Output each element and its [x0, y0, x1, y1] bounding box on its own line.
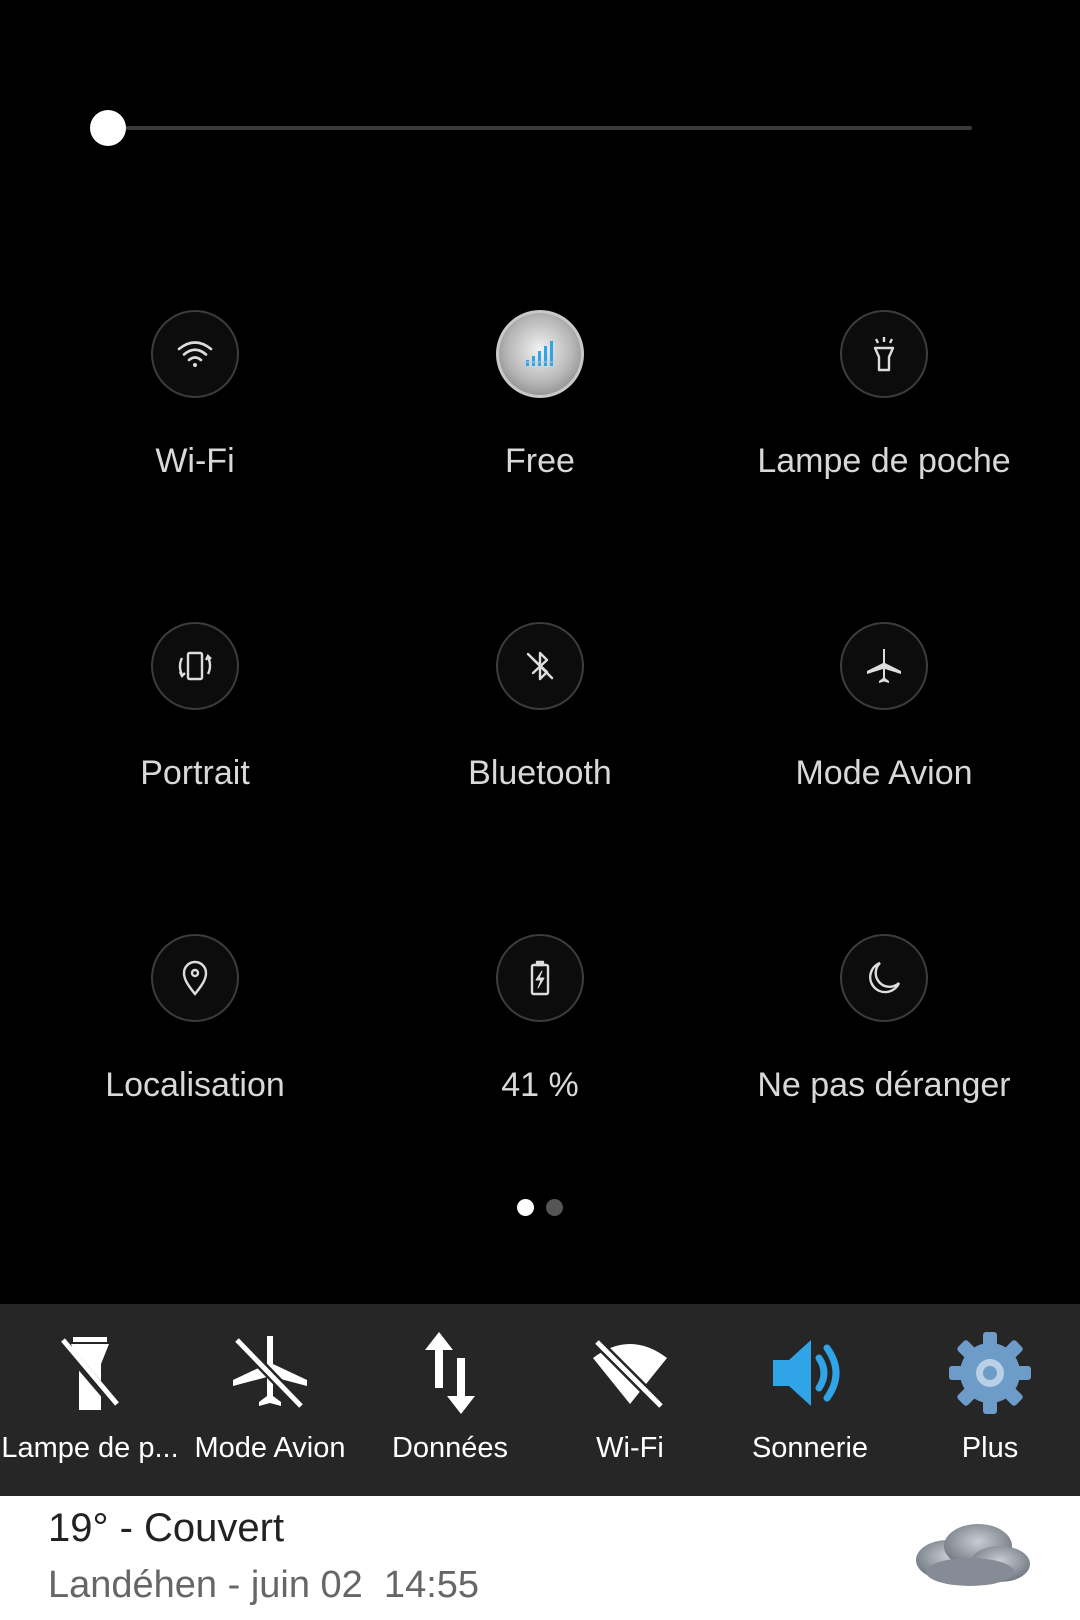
- toggle-label: Données: [391, 1432, 509, 1464]
- tile-rotation[interactable]: Portrait: [23, 622, 367, 822]
- tile-flashlight[interactable]: Lampe de poche: [712, 310, 1056, 510]
- toggle-label: Sonnerie: [751, 1432, 869, 1464]
- wifi-off-icon: [593, 1340, 667, 1408]
- weather-location-time: Landéhen - juin 02 14:55: [48, 1564, 480, 1606]
- toggle-label: Plus: [961, 1432, 1019, 1464]
- bluetooth-off-icon[interactable]: [496, 622, 584, 710]
- tile-bluetooth[interactable]: Bluetooth: [368, 622, 712, 822]
- page-indicator: [0, 1199, 1080, 1216]
- battery-charging-icon[interactable]: [496, 934, 584, 1022]
- tile-label: Localisation: [105, 1066, 285, 1104]
- data-arrows-icon: [425, 1332, 475, 1414]
- tile-label: Lampe de poche: [757, 442, 1011, 480]
- toggle-more[interactable]: Plus: [900, 1304, 1080, 1496]
- tile-label: Ne pas déranger: [757, 1066, 1011, 1104]
- location-pin-icon[interactable]: [151, 934, 239, 1022]
- tile-label: Mode Avion: [795, 754, 973, 792]
- cloud-icon: [916, 1524, 1030, 1586]
- page-dot-1[interactable]: [517, 1199, 534, 1216]
- wifi-icon[interactable]: [151, 310, 239, 398]
- tile-label: Free: [505, 442, 575, 480]
- tile-do-not-disturb[interactable]: Ne pas déranger: [712, 934, 1056, 1134]
- toggle-ringer[interactable]: Sonnerie: [720, 1304, 900, 1496]
- tile-airplane-mode[interactable]: Mode Avion: [712, 622, 1056, 822]
- tile-wifi[interactable]: Wi-Fi: [23, 310, 367, 510]
- toggle-wifi[interactable]: Wi-Fi: [540, 1304, 720, 1496]
- brightness-track[interactable]: [108, 126, 972, 130]
- tile-label: Portrait: [140, 754, 250, 792]
- tile-label: Wi-Fi: [155, 442, 235, 480]
- gear-icon: [949, 1332, 1031, 1414]
- toggle-mobile-data[interactable]: Données: [360, 1304, 540, 1496]
- tile-label: Bluetooth: [468, 754, 612, 792]
- toggle-label: Mode Avion: [194, 1432, 346, 1464]
- flashlight-off-icon: [57, 1337, 125, 1416]
- moon-icon[interactable]: [840, 934, 928, 1022]
- tile-location[interactable]: Localisation: [23, 934, 367, 1134]
- quick-settings-grid: Wi-Fi Free Lampe de poche Portrait Bluet…: [0, 310, 1080, 1110]
- tile-mobile-network[interactable]: Free: [368, 310, 712, 510]
- brightness-thumb[interactable]: [90, 110, 126, 146]
- weather-summary: 19° - Couvert: [48, 1506, 285, 1550]
- signal-bars-icon[interactable]: [496, 310, 584, 398]
- page-dot-2[interactable]: [546, 1199, 563, 1216]
- toggle-label: Wi-Fi: [596, 1432, 664, 1464]
- flashlight-icon[interactable]: [840, 310, 928, 398]
- toggle-label: Lampe de p...: [1, 1432, 179, 1464]
- brightness-slider[interactable]: [90, 110, 972, 146]
- rotate-portrait-icon[interactable]: [151, 622, 239, 710]
- quick-settings-screen: Wi-Fi Free Lampe de poche Portrait Bluet…: [0, 0, 1080, 1620]
- weather-widget[interactable]: 19° - Couvert Landéhen - juin 02 14:55: [0, 1496, 1080, 1620]
- tile-battery[interactable]: 41 %: [368, 934, 712, 1134]
- toggle-airplane-mode[interactable]: Mode Avion: [180, 1304, 360, 1496]
- toggle-flashlight[interactable]: Lampe de p...: [0, 1304, 180, 1496]
- speaker-icon: [773, 1340, 840, 1406]
- toggle-widget-bar: Lampe de p... Mode Avion Données Wi-Fi S…: [0, 1304, 1080, 1496]
- airplane-icon[interactable]: [840, 622, 928, 710]
- airplane-off-icon: [233, 1336, 309, 1414]
- tile-label: 41 %: [501, 1066, 579, 1104]
